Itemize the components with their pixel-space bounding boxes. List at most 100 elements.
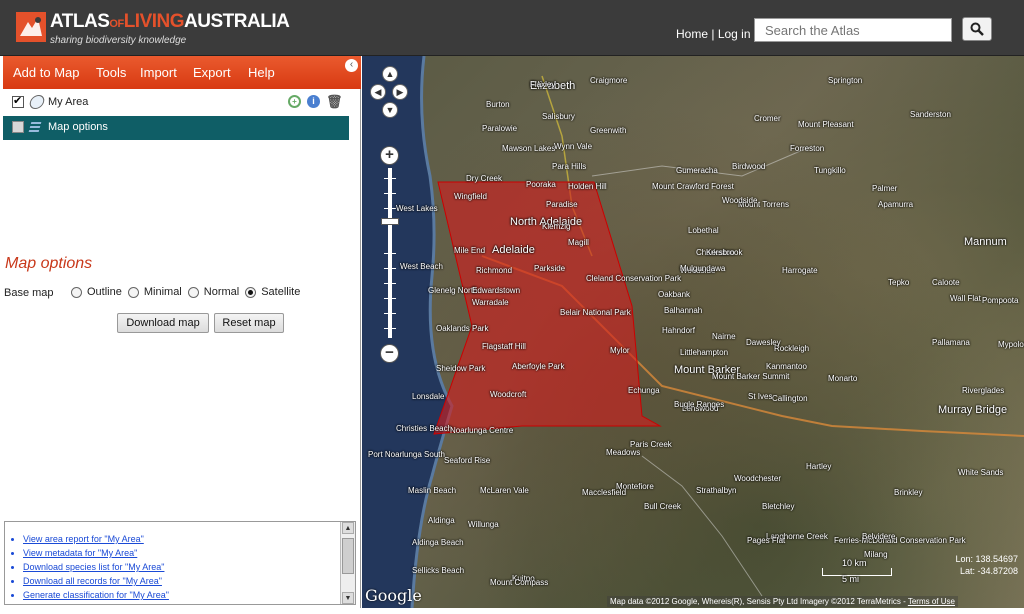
radio-outline[interactable]: Outline [71, 286, 122, 298]
collapse-panel-button[interactable]: ‹ [345, 59, 358, 72]
terms-of-use-link[interactable]: Terms of Use [908, 597, 955, 606]
map-label-parkside: Parkside [534, 264, 566, 273]
map-label-craigmore: Craigmore [590, 76, 628, 85]
map-label-kanmantoo: Kanmantoo [766, 362, 807, 371]
map-label-maslin-beach: Maslin Beach [408, 486, 457, 495]
home-link[interactable]: Home [676, 27, 708, 41]
search-icon [970, 22, 984, 36]
pan-up-icon[interactable]: ▲ [382, 66, 398, 82]
scroll-down-icon[interactable]: ▼ [342, 592, 354, 604]
scroll-up-icon[interactable]: ▲ [342, 522, 354, 534]
reset-map-button[interactable]: Reset map [214, 313, 284, 333]
map-label-holden-hill: Holden Hill [568, 182, 607, 191]
link-download-species-list[interactable]: Download species list for "My Area" [23, 562, 169, 576]
link-download-all-records[interactable]: Download all records for "My Area" [23, 576, 169, 590]
map-label-flagstaff-hill: Flagstaff Hill [482, 342, 526, 351]
scroll-thumb[interactable] [342, 538, 354, 574]
scale-km: 10 km [842, 558, 867, 568]
layer-row-map-options[interactable]: Map options [3, 116, 349, 140]
map-label-pallamana: Pallamana [932, 338, 970, 347]
map-label-salisbury: Salisbury [542, 112, 575, 121]
map-label-belvidere: Belvidere [862, 532, 896, 541]
ala-logo[interactable]: ATLASOFLIVINGAUSTRALIA sharing biodivers… [16, 11, 290, 46]
map-label-seaford-rise: Seaford Rise [444, 456, 491, 465]
radio-label: Normal [203, 286, 240, 298]
map-label-springton: Springton [828, 76, 863, 85]
map-label-meadows: Meadows [606, 448, 641, 457]
map-label-apamurra: Apamurra [878, 200, 914, 209]
menu-tools[interactable]: Tools [96, 65, 126, 80]
map-label-port-noarlunga-south: Port Noarlunga South [368, 450, 445, 459]
menu-bar: Add to Map Tools Import Export Help ‹ [3, 56, 361, 89]
map-label-callington: Callington [772, 394, 808, 403]
menu-add-to-map[interactable]: Add to Map [13, 65, 80, 80]
zoom-slider-handle[interactable] [381, 218, 399, 225]
pan-left-icon[interactable]: ◀ [370, 84, 386, 100]
map-label-forreston: Forreston [790, 144, 825, 153]
radio-button-selected[interactable] [245, 286, 257, 298]
radio-button[interactable] [127, 286, 139, 298]
links-scrollbar[interactable]: ▲ ▼ [340, 522, 355, 604]
pan-right-icon[interactable]: ▶ [392, 84, 408, 100]
radio-minimal[interactable]: Minimal [127, 286, 182, 298]
map-label-harrogate: Harrogate [782, 266, 818, 275]
zoom-in-button[interactable]: + [380, 146, 399, 165]
map-label-bletchley: Bletchley [762, 502, 795, 511]
map-label-macclesfield: Macclesfield [582, 488, 627, 497]
map-label-gumeracha: Gumeracha [676, 166, 718, 175]
radio-normal[interactable]: Normal [187, 286, 240, 298]
map-label-christies-beach: Christies Beach [396, 424, 453, 433]
map-label-mypolonga: Mypolonga [998, 340, 1024, 349]
map-label-lonsdale: Lonsdale [412, 392, 445, 401]
download-map-button[interactable]: Download map [117, 313, 209, 333]
map-label-klemzig: Klemzig [542, 222, 571, 231]
menu-import[interactable]: Import [140, 65, 177, 80]
map-label-willunga: Willunga [468, 520, 499, 529]
login-link[interactable]: Log in [718, 27, 751, 41]
search-button[interactable] [962, 17, 992, 41]
radio-satellite[interactable]: Satellite [245, 286, 300, 298]
left-panel: Add to Map Tools Import Export Help ‹ My… [3, 56, 361, 608]
map-label-mylor: Mylor [610, 346, 630, 355]
map-label-paradise: Paradise [546, 200, 578, 209]
pan-down-icon[interactable]: ▼ [382, 102, 398, 118]
menu-help[interactable]: Help [248, 65, 275, 80]
link-separator: | [711, 27, 715, 41]
map-label-cleland-conservation-park: Cleland Conservation Park [586, 274, 682, 283]
map-label-dry-creek: Dry Creek [466, 174, 503, 183]
layer-row-my-area[interactable]: My Area + i 🗑 [3, 91, 349, 115]
map-label-pooraka: Pooraka [526, 180, 556, 189]
attribution-text: Map data ©2012 Google, Whereis(R), Sensi… [610, 597, 906, 606]
map-label-mawson-lakes: Mawson Lakes [502, 144, 556, 153]
google-logo[interactable]: Google [365, 586, 422, 605]
header-bar: ATLASOFLIVINGAUSTRALIA sharing biodivers… [0, 0, 1024, 56]
coordinate-readout: Lon: 138.54697 Lat: -34.87208 [922, 553, 1018, 583]
map-label-palmer: Palmer [872, 184, 898, 193]
menu-export[interactable]: Export [193, 65, 231, 80]
radio-label: Minimal [143, 286, 182, 298]
map-label-caloote: Caloote [932, 278, 960, 287]
link-view-area-report[interactable]: View area report for "My Area" [23, 534, 169, 548]
layer-checkbox[interactable] [12, 94, 24, 108]
area-layer-icon [28, 95, 46, 109]
map-label-strathalbyn: Strathalbyn [696, 486, 737, 495]
link-view-metadata[interactable]: View metadata for "My Area" [23, 548, 169, 562]
logo-atlas: ATLAS [50, 11, 110, 32]
radio-button[interactable] [187, 286, 199, 298]
zoom-to-layer-icon[interactable]: + [288, 95, 301, 108]
map-label-aberfoyle-park: Aberfoyle Park [512, 362, 565, 371]
map-label-hahndorf: Hahndorf [662, 326, 695, 335]
zoom-out-button[interactable]: − [380, 344, 399, 363]
satellite-map[interactable]: ▲ ◀ ▶ ▼ + − Elizabeth Craigmore Burton Sali… [362, 56, 1024, 608]
map-label-lobethal: Lobethal [688, 226, 719, 235]
radio-button[interactable] [71, 286, 82, 298]
map-label-st-ives: St Ives [748, 392, 773, 401]
ala-logo-icon [16, 12, 46, 42]
link-generate-classification[interactable]: Generate classification for "My Area" [23, 590, 169, 604]
search-input[interactable] [754, 18, 952, 42]
info-icon[interactable]: i [307, 95, 320, 108]
map-label-pompoota: Pompoota [982, 296, 1019, 305]
zoom-slider[interactable] [384, 168, 396, 338]
trash-icon[interactable]: 🗑 [326, 95, 343, 108]
layer-checkbox[interactable] [12, 121, 24, 133]
